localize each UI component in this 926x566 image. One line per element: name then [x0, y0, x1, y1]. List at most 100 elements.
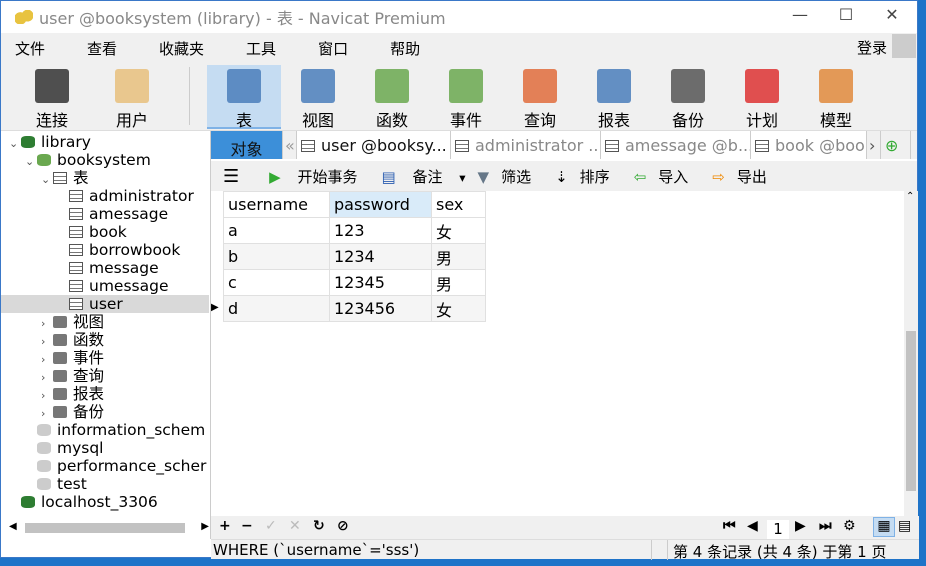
tab-scroll-left-icon[interactable]: «: [283, 131, 297, 159]
menu-item[interactable]: 收藏夹: [159, 38, 204, 59]
chevron-right-icon[interactable]: ›: [41, 315, 53, 331]
tree-item-message[interactable]: message: [1, 259, 209, 277]
menu-icon[interactable]: ☰: [223, 166, 239, 187]
table-row[interactable]: c 12345 男: [223, 269, 486, 296]
table-cell-username[interactable]: c: [223, 269, 330, 296]
menu-item[interactable]: 工具: [246, 38, 276, 59]
tree-item-administrator[interactable]: administrator: [1, 187, 209, 205]
table-cell-password[interactable]: 12345: [329, 269, 432, 296]
next-page-button[interactable]: ▶: [795, 518, 806, 534]
login-link[interactable]: 登录: [857, 37, 887, 58]
avatar[interactable]: [892, 34, 916, 58]
toolbar-backup-button[interactable]: 备份: [651, 65, 725, 130]
column-header-sex[interactable]: sex: [431, 191, 486, 218]
toolbar-model-button[interactable]: 模型: [799, 65, 873, 130]
tab-objects[interactable]: 对象: [211, 131, 283, 159]
tree-item-amessage[interactable]: amessage: [1, 205, 209, 223]
table-row[interactable]: b 1234 男: [223, 243, 486, 270]
sort-button[interactable]: ⇣ 排序: [555, 166, 622, 187]
memo-button[interactable]: ▤ 备注 ▾: [381, 166, 465, 187]
chevron-right-icon[interactable]: ›: [41, 333, 53, 349]
menu-item[interactable]: 窗口: [318, 38, 348, 59]
tree-item--[interactable]: ⌄ 表: [1, 169, 209, 187]
table-cell-sex[interactable]: 女: [431, 217, 486, 244]
tree-item-user[interactable]: user: [1, 295, 209, 313]
toolbar-event-button[interactable]: 事件: [429, 65, 503, 130]
menu-item[interactable]: 帮助: [390, 38, 420, 59]
chevron-right-icon[interactable]: ›: [41, 387, 53, 403]
tree-item--[interactable]: › 查询: [1, 367, 209, 385]
tree-horizontal-scrollbar[interactable]: ◀ ▶: [9, 521, 209, 535]
settings-icon[interactable]: ⚙: [843, 518, 856, 534]
tab-user[interactable]: user @booksy...: [297, 131, 451, 159]
chevron-right-icon[interactable]: ›: [41, 351, 53, 367]
delete-record-button[interactable]: −: [241, 518, 253, 534]
tab-book[interactable]: book @boo: [751, 131, 867, 159]
prev-page-button[interactable]: ◀: [747, 518, 758, 534]
tree-item-localhost-3306[interactable]: localhost_3306: [1, 493, 209, 511]
table-cell-password[interactable]: 123456: [329, 295, 432, 322]
first-page-button[interactable]: ⏮: [723, 518, 736, 534]
tree-item-umessage[interactable]: umessage: [1, 277, 209, 295]
refresh-button[interactable]: ↻: [313, 518, 325, 534]
toolbar-query-button[interactable]: 查询: [503, 65, 577, 130]
table-cell-username[interactable]: d: [223, 295, 330, 322]
grid-vertical-scrollbar[interactable]: ⌃: [904, 191, 918, 516]
table-cell-password[interactable]: 123: [329, 217, 432, 244]
tree-item-test[interactable]: test: [1, 475, 209, 493]
tab-amessage[interactable]: amessage @b...: [601, 131, 751, 159]
last-page-button[interactable]: ⏭: [819, 518, 832, 534]
toolbar-connection-button[interactable]: 连接: [15, 65, 89, 130]
toolbar-report-button[interactable]: 报表: [577, 65, 651, 130]
toolbar-schedule-button[interactable]: 计划: [725, 65, 799, 130]
minimize-button[interactable]: —: [777, 5, 823, 24]
discard-changes-button[interactable]: ✕: [289, 518, 301, 534]
page-number-input[interactable]: 1: [767, 520, 789, 539]
new-tab-icon[interactable]: ⊕: [881, 131, 911, 159]
apply-changes-button[interactable]: ✓: [265, 518, 277, 534]
tree-item--[interactable]: › 函数: [1, 331, 209, 349]
table-cell-password[interactable]: 1234: [329, 243, 432, 270]
tree-item--[interactable]: › 事件: [1, 349, 209, 367]
toolbar-user-button[interactable]: 用户: [95, 65, 169, 130]
toolbar-function-button[interactable]: 函数: [355, 65, 429, 130]
form-view-icon[interactable]: ▤: [898, 518, 911, 534]
chevron-right-icon[interactable]: ›: [41, 405, 53, 421]
tree-item--[interactable]: › 视图: [1, 313, 209, 331]
grid-view-icon[interactable]: ▦: [873, 517, 895, 537]
tab-administrator[interactable]: administrator ...: [451, 131, 601, 159]
stop-button[interactable]: ⊘: [337, 518, 349, 534]
menu-item[interactable]: 查看: [87, 38, 117, 59]
tree-item--[interactable]: › 报表: [1, 385, 209, 403]
maximize-button[interactable]: ☐: [823, 5, 869, 24]
tree-item-booksystem[interactable]: ⌄ booksystem: [1, 151, 209, 169]
tree-item-library[interactable]: ⌄ library: [1, 133, 209, 151]
table-cell-sex[interactable]: 男: [431, 269, 486, 296]
tree-item-performance-scher[interactable]: performance_scher: [1, 457, 209, 475]
toolbar-table-button[interactable]: 表: [207, 65, 281, 130]
chevron-right-icon[interactable]: ›: [41, 369, 53, 385]
begin-transaction-button[interactable]: ▶ 开始事务: [269, 166, 369, 187]
table-cell-sex[interactable]: 男: [431, 243, 486, 270]
close-button[interactable]: ✕: [869, 5, 915, 24]
table-cell-username[interactable]: b: [223, 243, 330, 270]
tree-item-borrowbook[interactable]: borrowbook: [1, 241, 209, 259]
chevron-down-icon[interactable]: ⌄: [9, 135, 21, 151]
import-button[interactable]: ⇦ 导入: [634, 166, 701, 187]
export-button[interactable]: ⇨ 导出: [712, 166, 779, 187]
table-row[interactable]: d 123456 女: [223, 295, 486, 322]
chevron-down-icon[interactable]: ⌄: [41, 171, 53, 187]
tree-item--[interactable]: › 备份: [1, 403, 209, 421]
tab-scroll-right-icon[interactable]: ›: [867, 131, 881, 159]
table-row[interactable]: a 123 女: [223, 217, 486, 244]
menu-item[interactable]: 文件: [15, 38, 45, 59]
filter-button[interactable]: ▼ 筛选: [478, 166, 544, 187]
column-header-password[interactable]: password: [329, 191, 432, 218]
tree-item-book[interactable]: book: [1, 223, 209, 241]
add-record-button[interactable]: +: [219, 518, 231, 534]
chevron-down-icon[interactable]: ⌄: [25, 153, 37, 169]
table-cell-username[interactable]: a: [223, 217, 330, 244]
toolbar-view-button[interactable]: 视图: [281, 65, 355, 130]
column-header-username[interactable]: username: [223, 191, 330, 218]
table-cell-sex[interactable]: 女: [431, 295, 486, 322]
